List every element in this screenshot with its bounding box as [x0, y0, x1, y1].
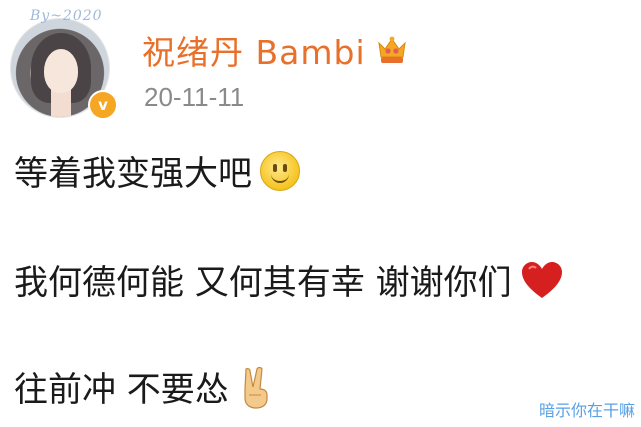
avatar-decoration-text: By~2020 — [30, 8, 103, 24]
post-text-line-3: 往前冲 不要怂 — [14, 362, 275, 411]
user-name-row: 祝绪丹 Bambi — [142, 26, 408, 74]
post-text: 等着我变强大吧 — [14, 154, 252, 194]
watermark: 暗示你在干嘛 — [538, 401, 635, 420]
post-text: 往前冲 不要怂 — [14, 370, 229, 410]
post-date: 20-11-11 — [144, 82, 245, 112]
vip-crown-icon[interactable] — [376, 35, 408, 65]
user-name[interactable]: 祝绪丹 Bambi — [142, 26, 366, 74]
post-text-line-2: 我何德何能 又何其有幸 谢谢你们 — [14, 255, 564, 304]
red-heart-emoji-icon — [521, 261, 562, 298]
avatar-neck — [51, 89, 71, 117]
avatar-face — [44, 49, 78, 93]
post-text: 我何德何能 又何其有幸 谢谢你们 — [14, 263, 512, 303]
victory-hand-emoji-icon — [244, 366, 268, 409]
avatar[interactable]: By~2020 v — [10, 8, 118, 120]
smile-emoji-icon — [260, 150, 300, 191]
verified-badge-icon: v — [88, 90, 118, 120]
post-text-line-1: 等着我变强大吧 — [14, 146, 300, 195]
